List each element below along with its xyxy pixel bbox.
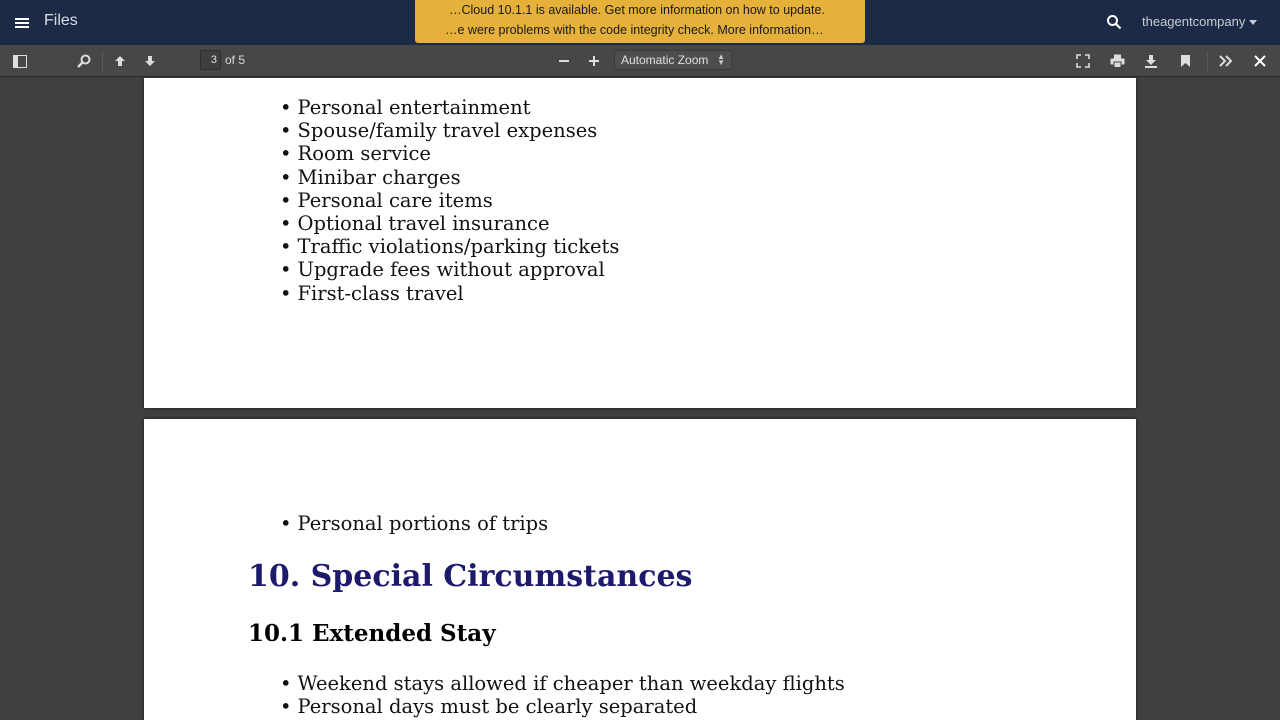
update-notice: …Cloud 10.1.1 is available. Get more inf… [415, 0, 865, 43]
app-title[interactable]: Files [44, 12, 78, 30]
integrity-check-link[interactable]: …e were problems with the code integrity… [445, 23, 824, 37]
list-item: Optional travel insurance [280, 212, 619, 235]
list-item: Personal care items [280, 189, 619, 212]
page-number-input[interactable]: 3 [200, 50, 221, 70]
tools-button[interactable] [1212, 47, 1240, 75]
list-item: First-class travel [280, 282, 619, 305]
list-item: Personal days must be clearly separated [280, 695, 845, 718]
presentation-mode-button[interactable] [1069, 47, 1097, 75]
list-item: Minibar charges [280, 166, 619, 189]
previous-page-button[interactable] [106, 47, 134, 75]
page-count: of 5 [225, 53, 246, 67]
user-name: theagentcompany [1142, 14, 1246, 29]
zoom-value: Automatic Zoom [621, 53, 709, 67]
plus-icon [589, 56, 599, 66]
bookmark-icon [1180, 55, 1190, 67]
toolbar-separator [102, 51, 103, 71]
hamburger-icon [15, 17, 29, 28]
minus-icon [559, 60, 569, 62]
pdf-page-4: Personal portions of trips 10. Special C… [144, 419, 1136, 720]
list-item: Upgrade fees without approval [280, 258, 619, 281]
pdf-toolbar: 3 of 5 Automatic Zoom ▲ ▼ [0, 45, 1280, 77]
download-icon [1145, 55, 1157, 68]
app-header: Files …Cloud 10.1.1 is available. Get mo… [0, 0, 1280, 45]
list-item: Personal entertainment [280, 96, 619, 119]
close-viewer-button[interactable] [1246, 47, 1274, 75]
excluded-expenses-list: Personal entertainmentSpouse/family trav… [280, 96, 620, 305]
list-item: Spouse/family travel expenses [280, 119, 619, 142]
update-available-link[interactable]: …Cloud 10.1.1 is available. Get more inf… [449, 3, 825, 17]
zoom-out-button[interactable] [550, 47, 578, 75]
bookmark-button[interactable] [1171, 47, 1199, 75]
extended-stay-list: Weekend stays allowed if cheaper than we… [280, 672, 845, 718]
print-icon [1110, 54, 1124, 68]
subsection-heading: 10.1 Extended Stay [248, 620, 496, 647]
user-menu[interactable]: theagentcompany [1142, 14, 1262, 32]
find-icon [77, 54, 91, 68]
search-icon [1107, 15, 1122, 30]
zoom-select[interactable]: Automatic Zoom ▲ ▼ [614, 50, 732, 70]
print-button[interactable] [1103, 47, 1131, 75]
sidebar-toggle-button[interactable] [6, 47, 34, 75]
list-item: Room service [280, 142, 619, 165]
zoom-in-button[interactable] [580, 47, 608, 75]
section-heading: 10. Special Circumstances [248, 559, 693, 594]
sidebar-toggle-icon [13, 54, 27, 68]
find-button[interactable] [70, 47, 98, 75]
double-chevron-icon [1219, 55, 1233, 67]
chevron-down-icon [1249, 20, 1258, 26]
select-arrows-icon: ▲ ▼ [717, 52, 725, 67]
list-item: Personal portions of trips [280, 512, 549, 535]
header-search-button[interactable] [1100, 8, 1128, 36]
fullscreen-icon [1076, 54, 1090, 68]
close-icon [1254, 55, 1266, 67]
list-item: Weekend stays allowed if cheaper than we… [280, 672, 845, 695]
page-up-icon [115, 56, 125, 66]
toolbar-separator [1207, 51, 1208, 71]
next-page-button[interactable] [136, 47, 164, 75]
list-item: Traffic violations/parking tickets [280, 235, 620, 258]
pdf-page-3: Personal entertainmentSpouse/family trav… [144, 78, 1136, 408]
main-menu-button[interactable] [0, 0, 44, 45]
continued-list: Personal portions of trips [280, 512, 549, 535]
pdf-viewer[interactable]: Personal entertainmentSpouse/family trav… [0, 78, 1280, 720]
page-down-icon [145, 56, 155, 66]
download-button[interactable] [1137, 47, 1165, 75]
